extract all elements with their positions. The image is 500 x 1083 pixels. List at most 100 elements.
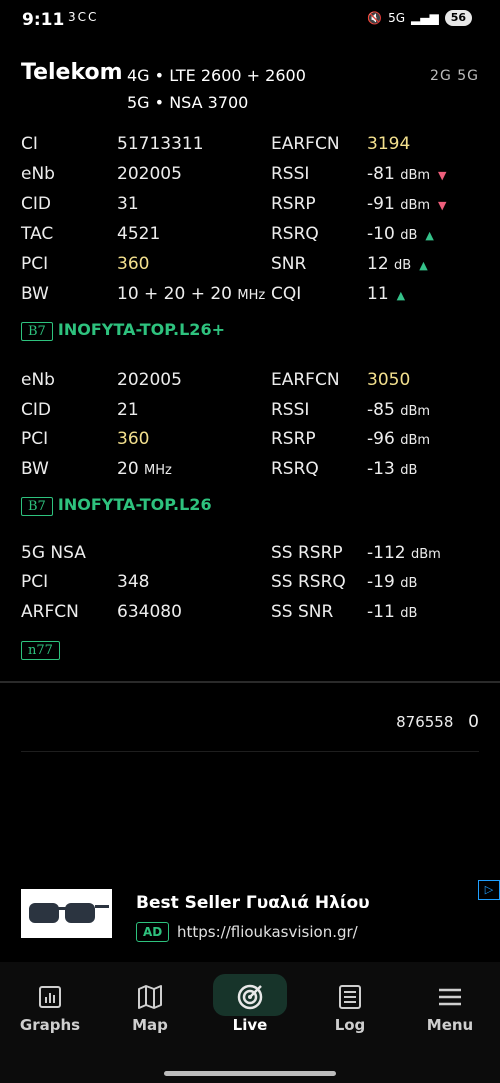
- cell2-rssi-label: RSSI: [271, 400, 310, 420]
- cell2-rsrq-label: RSRQ: [271, 459, 319, 479]
- ad-image[interactable]: [21, 889, 112, 938]
- nav-item-log[interactable]: Log: [300, 974, 400, 1034]
- cell1-enb-value: 202005: [117, 164, 182, 184]
- cell1-cid-label: CID: [21, 194, 51, 214]
- cell1-cid-value: 31: [117, 194, 139, 214]
- cell1-enb-label: eNb: [21, 164, 55, 184]
- nr-sssnr-label: SS SNR: [271, 602, 334, 622]
- cell1-cqi-value: 11 ▲: [367, 284, 406, 304]
- home-indicator[interactable]: [164, 1071, 336, 1076]
- nav-label: Live: [232, 1016, 268, 1034]
- cell2-earfcn-label: EARFCN: [271, 370, 340, 390]
- nav-label: Map: [132, 1016, 168, 1034]
- live-signal-icon: [237, 984, 263, 1010]
- cell2-rsrp-label: RSRP: [271, 429, 316, 449]
- tech-indicator: 2G 5G: [430, 68, 479, 84]
- cell2-pci-label: PCI: [21, 429, 49, 449]
- status-left-icons: 3CC: [68, 10, 99, 24]
- counter-row: 876558 0: [396, 712, 479, 732]
- trend-up-icon: ▲: [419, 259, 428, 272]
- cell2-rsrp-value: -96 dBm: [367, 429, 431, 449]
- band-badge: B7: [21, 322, 53, 341]
- mute-icon: 🔇: [367, 11, 383, 25]
- nav-item-menu[interactable]: Menu: [400, 974, 500, 1034]
- nav-label: Menu: [426, 1016, 474, 1034]
- band-badge: n77: [21, 641, 60, 660]
- nr-pci-label: PCI: [21, 572, 49, 592]
- cell2-bw-value: 20 MHz: [117, 459, 172, 479]
- cell-name: INOFYTA-TOP.L26: [57, 495, 212, 514]
- cell1-tac-value: 4521: [117, 224, 161, 244]
- nr-ssrsrq-label: SS RSRQ: [271, 572, 346, 592]
- signal-icon: ▂▄▆: [411, 11, 439, 25]
- nr-pci-value: 348: [117, 572, 150, 592]
- cell1-rsrp-value: -91 dBm ▼: [367, 194, 447, 214]
- cell1-snr-label: SNR: [271, 254, 307, 274]
- operator-name: Telekom: [21, 60, 123, 85]
- cell1-bw-value: 10 + 20 + 20 MHz: [117, 284, 266, 304]
- nr-arfcn-label: ARFCN: [21, 602, 79, 622]
- bands-line-2: 5G • NSA 3700: [127, 93, 249, 112]
- log-icon: [339, 985, 361, 1009]
- cell-name: INOFYTA-TOP.L26+: [57, 320, 225, 339]
- cell1-rssi-label: RSSI: [271, 164, 310, 184]
- trend-up-icon: ▲: [396, 289, 406, 302]
- nav-label: Log: [334, 1016, 366, 1034]
- trend-up-icon: ▲: [425, 229, 434, 242]
- cell2-rsrq-value: -13 dB: [367, 459, 418, 479]
- cell2-cid-label: CID: [21, 400, 51, 420]
- nr-band-row: n77: [21, 639, 60, 660]
- nr-ssrsrq-value: -19 dB: [367, 572, 418, 592]
- cell1-ci-label: CI: [21, 134, 38, 154]
- cell2-pci-value: 360: [117, 429, 150, 449]
- nav-label: Graphs: [19, 1016, 81, 1034]
- cell1-rsrp-label: RSRP: [271, 194, 316, 214]
- nr-mode-label: 5G NSA: [21, 543, 86, 563]
- counter-extra: 0: [468, 712, 479, 732]
- trend-down-icon: ▼: [438, 199, 447, 212]
- cell1-pci-label: PCI: [21, 254, 49, 274]
- cell1-earfcn-label: EARFCN: [271, 134, 340, 154]
- cell2-band-row: B7 INOFYTA-TOP.L26: [21, 495, 212, 516]
- sunglasses-icon: [29, 903, 109, 923]
- cell1-rsrq-label: RSRQ: [271, 224, 319, 244]
- ad-choices-icon[interactable]: ▷: [478, 880, 500, 900]
- status-right-icons: 🔇 5G ▂▄▆ 56: [367, 10, 472, 26]
- section-divider: [0, 681, 500, 683]
- cell1-earfcn-value: 3194: [367, 134, 411, 154]
- cell2-bw-label: BW: [21, 459, 49, 479]
- nav-item-graphs[interactable]: Graphs: [0, 974, 100, 1034]
- cell1-snr-value: 12 dB ▲: [367, 254, 428, 274]
- cell1-cqi-label: CQI: [271, 284, 302, 304]
- ad-url[interactable]: https://flioukasvision.gr/: [177, 923, 358, 941]
- nr-sssnr-value: -11 dB: [367, 602, 418, 622]
- cell1-bw-label: BW: [21, 284, 49, 304]
- nav-item-live[interactable]: Live: [200, 974, 300, 1034]
- cell1-rsrq-value: -10 dB ▲: [367, 224, 434, 244]
- status-time: 9:11: [22, 10, 65, 30]
- bands-line-1: 4G • LTE 2600 + 2600: [127, 66, 306, 85]
- nr-arfcn-value: 634080: [117, 602, 182, 622]
- menu-icon: [439, 988, 461, 1006]
- cell2-cid-value: 21: [117, 400, 139, 420]
- nr-ssrsrp-label: SS RSRP: [271, 543, 343, 563]
- cell2-earfcn-value: 3050: [367, 370, 411, 390]
- thin-divider: [21, 751, 479, 752]
- cell2-enb-value: 202005: [117, 370, 182, 390]
- graphs-icon: [39, 986, 61, 1008]
- bottom-nav: Graphs Map Live Log Menu: [0, 962, 500, 1083]
- network-type-icon: 5G: [388, 11, 405, 25]
- cell1-rssi-value: -81 dBm ▼: [367, 164, 447, 184]
- ad-badge: AD: [136, 922, 170, 942]
- band-badge: B7: [21, 497, 53, 516]
- cell1-pci-value: 360: [117, 254, 150, 274]
- battery-icon: 56: [444, 10, 472, 26]
- counter-value: 876558: [396, 713, 454, 731]
- cell1-ci-value: 51713311: [117, 134, 204, 154]
- nav-item-map[interactable]: Map: [100, 974, 200, 1034]
- cell2-enb-label: eNb: [21, 370, 55, 390]
- ad-title[interactable]: Best Seller Γυαλιά Ηλίου: [136, 893, 370, 913]
- trend-down-icon: ▼: [438, 169, 447, 182]
- map-icon: [138, 985, 162, 1009]
- cell1-band-row: B7 INOFYTA-TOP.L26+: [21, 320, 225, 341]
